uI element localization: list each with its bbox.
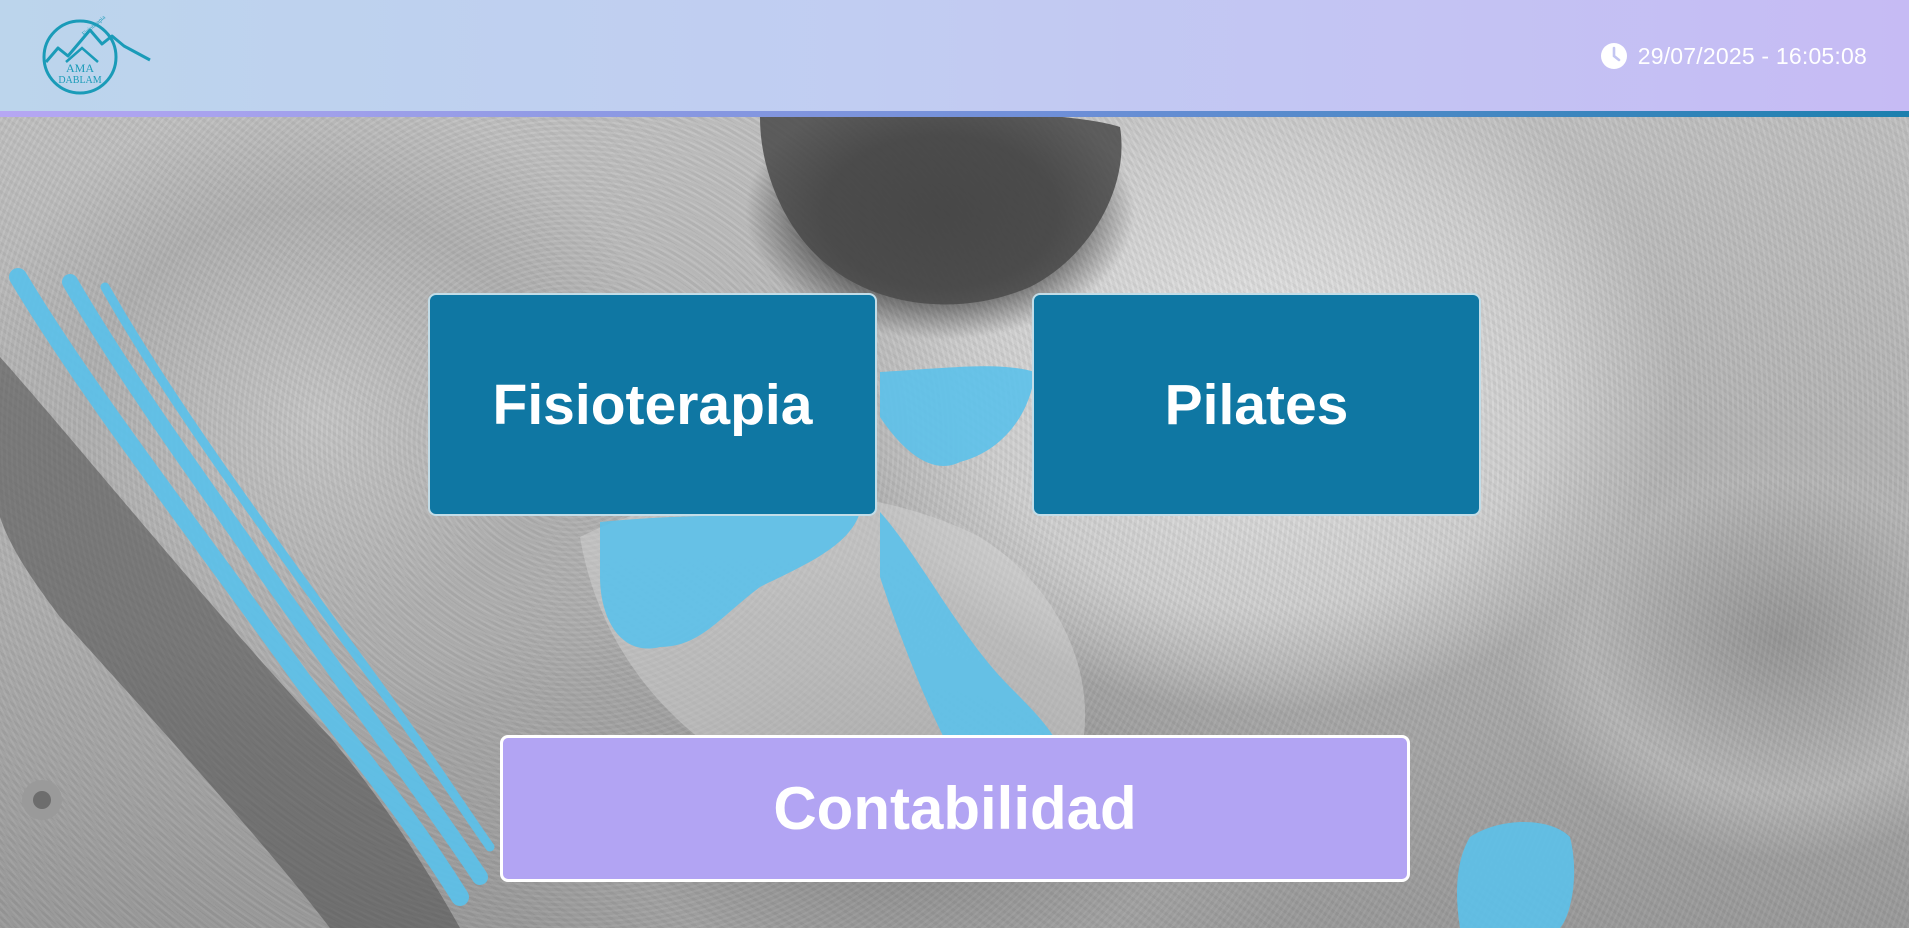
logo-text-bottom: DABLAM	[58, 75, 101, 86]
pilates-label: Pilates	[1164, 372, 1349, 437]
clock-icon	[1600, 43, 1627, 69]
ama-dablam-logo[interactable]: Fisioterapia AMA DABLAM	[38, 15, 153, 98]
fisioterapia-button[interactable]: Fisioterapia	[428, 293, 877, 516]
fisioterapia-label: Fisioterapia	[492, 372, 813, 437]
header-divider	[0, 111, 1909, 117]
contabilidad-button[interactable]: Contabilidad	[500, 735, 1410, 882]
datetime-display: 29/07/2025 - 16:05:08	[1600, 42, 1867, 70]
datetime-text: 29/07/2025 - 16:05:08	[1637, 42, 1867, 69]
contabilidad-label: Contabilidad	[773, 775, 1137, 842]
logo-text-top: AMA	[66, 61, 94, 75]
main-menu-page: Fisioterapia AMA DABLAM 29/07/2025 - 16:…	[0, 0, 1909, 928]
pilates-button[interactable]: Pilates	[1032, 293, 1481, 516]
logo-icon: Fisioterapia AMA DABLAM	[42, 15, 151, 95]
app-header: Fisioterapia AMA DABLAM 29/07/2025 - 16:…	[0, 0, 1909, 111]
